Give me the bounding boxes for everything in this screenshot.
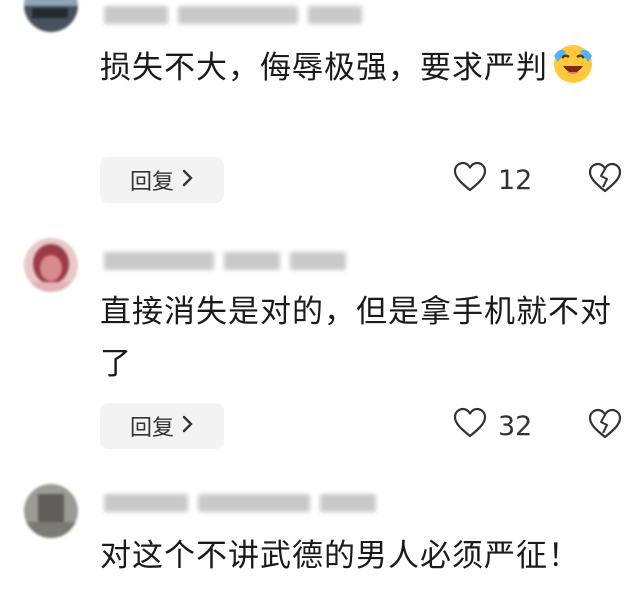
comment-item: 损失不大，侮辱极强，要求严判 回复 12 — [0, 0, 640, 210]
laughing-crying-emoji-icon — [550, 40, 596, 86]
dislike-button[interactable] — [585, 403, 625, 449]
avatar[interactable] — [24, 238, 78, 292]
reply-button[interactable]: 回复 — [100, 157, 224, 203]
broken-heart-icon — [587, 408, 623, 444]
heart-outline-icon — [452, 161, 488, 200]
reply-label: 回复 — [129, 170, 174, 195]
comment-text-content: 对这个不讲武德的男人必须严征！ — [100, 538, 580, 574]
like-count: 12 — [498, 164, 533, 196]
comment-item: 对这个不讲武德的男人必须严征！ — [0, 470, 640, 610]
dislike-button[interactable] — [585, 157, 625, 203]
like-button[interactable]: 32 — [452, 403, 532, 449]
comment-text: 损失不大，侮辱极强，要求严判 — [100, 40, 620, 94]
heart-outline-icon — [452, 407, 488, 446]
username-blurred — [104, 4, 362, 26]
broken-heart-icon — [587, 162, 623, 198]
username-blurred — [104, 492, 376, 514]
comment-text-content: 直接消失是对的，但是拿手机就不对了 — [100, 294, 612, 382]
reply-button[interactable]: 回复 — [100, 403, 224, 449]
comment-text: 对这个不讲武德的男人必须严征！ — [100, 530, 620, 582]
chevron-right-icon — [182, 168, 194, 193]
chevron-right-icon — [182, 414, 194, 439]
avatar[interactable] — [24, 0, 78, 32]
comment-text: 直接消失是对的，但是拿手机就不对了 — [100, 286, 620, 390]
avatar[interactable] — [24, 484, 78, 538]
comment-text-content: 损失不大，侮辱极强，要求严判 — [100, 50, 548, 86]
like-button[interactable]: 12 — [452, 157, 532, 203]
like-count: 32 — [498, 410, 533, 442]
reply-label: 回复 — [129, 416, 174, 441]
comment-item: 直接消失是对的，但是拿手机就不对了 回复 32 — [0, 210, 640, 470]
username-blurred — [104, 250, 346, 272]
